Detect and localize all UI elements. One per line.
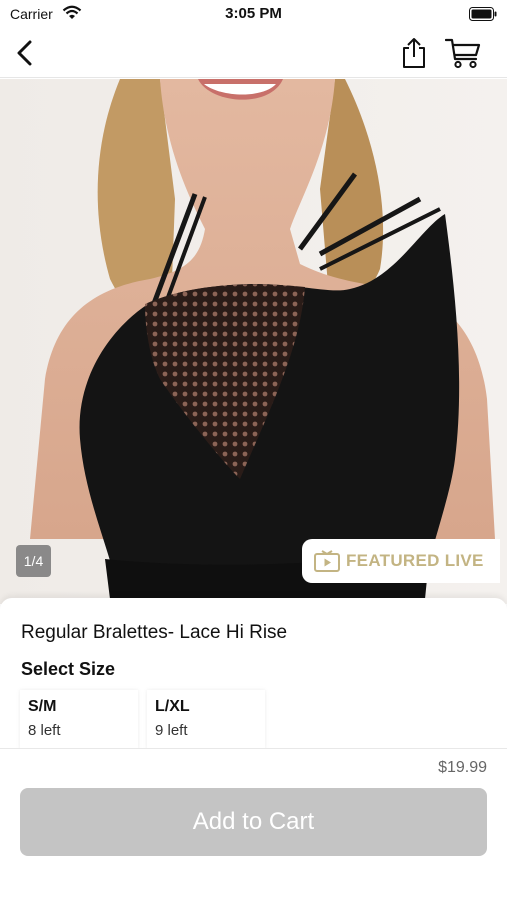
product-details-panel: Regular Bralettes- Lace Hi Rise Select S… [0, 598, 507, 750]
size-stock: 8 left [28, 722, 61, 739]
add-to-cart-button[interactable]: Add to Cart [20, 788, 487, 856]
size-name: L/XL [155, 698, 190, 715]
cart-button[interactable] [443, 34, 483, 72]
chevron-left-icon [17, 40, 32, 66]
size-name: S/M [28, 698, 57, 715]
size-option-s-m[interactable]: S/M 8 left [20, 690, 138, 750]
product-price: $19.99 [438, 759, 487, 776]
select-size-heading: Select Size [21, 659, 116, 679]
tv-play-icon [314, 550, 340, 572]
image-page-counter: 1/4 [16, 545, 51, 577]
purchase-footer: $19.99 Add to Cart [0, 748, 507, 900]
size-option-l-xl[interactable]: L/XL 9 left [147, 690, 265, 750]
product-image-gallery[interactable] [0, 79, 507, 604]
featured-live-badge[interactable]: FEATURED LIVE [302, 539, 500, 583]
back-button[interactable] [8, 36, 42, 70]
battery-icon [469, 7, 497, 21]
size-stock: 9 left [155, 722, 188, 739]
clock: 3:05 PM [225, 5, 282, 22]
status-bar: Carrier 3:05 PM [0, 0, 507, 28]
share-icon [403, 38, 425, 68]
share-button[interactable] [396, 34, 432, 72]
product-photo [0, 79, 507, 604]
cart-icon [445, 38, 481, 69]
navigation-bar [0, 28, 507, 78]
product-title: Regular Bralettes- Lace Hi Rise [21, 622, 288, 643]
featured-live-label: FEATURED LIVE [346, 551, 484, 570]
